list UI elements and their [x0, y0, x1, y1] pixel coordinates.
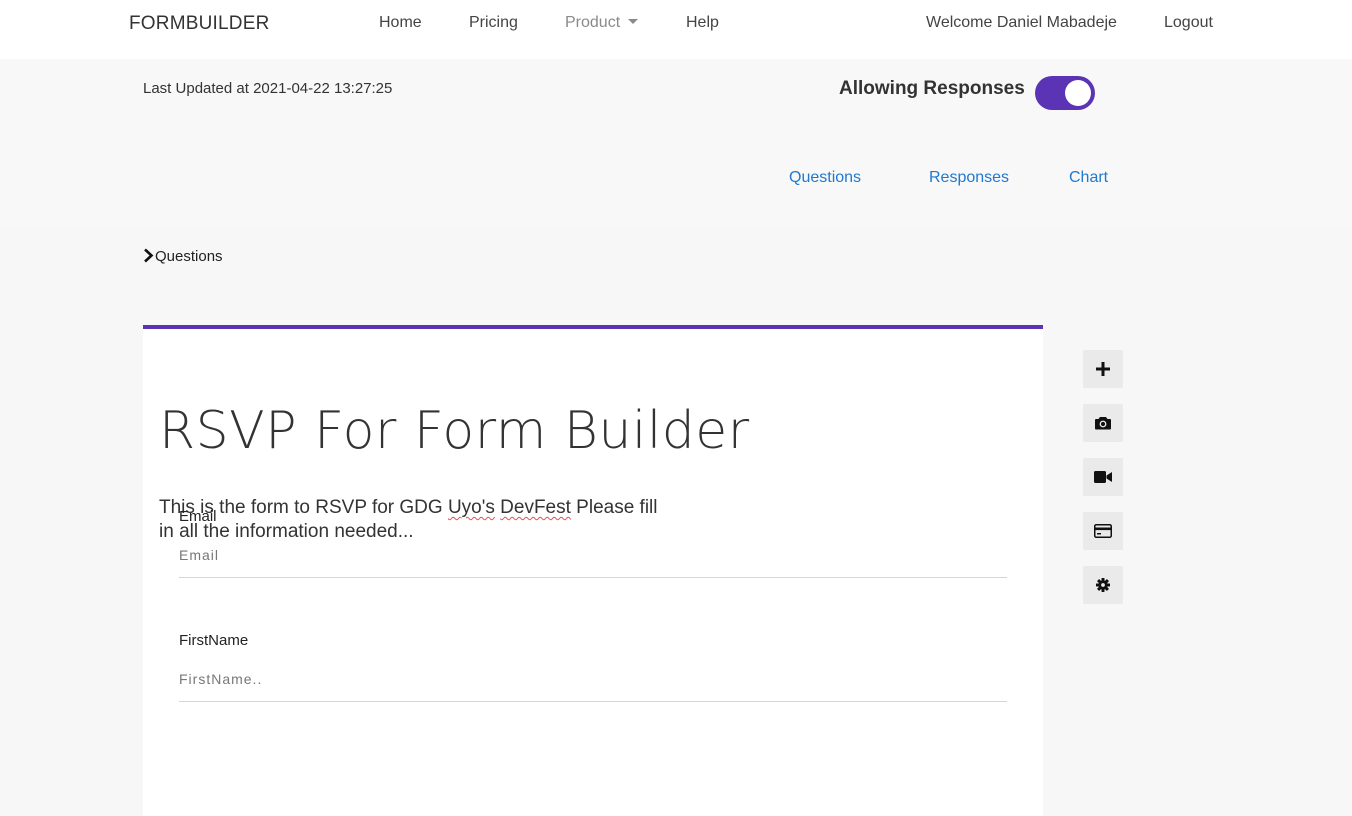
firstname-field-label: FirstName: [179, 632, 249, 649]
brand-logo[interactable]: FORMBUILDER: [129, 13, 270, 35]
nav-help-link[interactable]: Help: [686, 14, 719, 32]
nav-product-dropdown[interactable]: Product: [565, 14, 639, 32]
firstname-field[interactable]: [179, 671, 1007, 702]
caret-down-icon: [628, 19, 639, 24]
form-title[interactable]: RSVP For Form Builder: [159, 401, 750, 461]
tab-chart[interactable]: Chart: [1069, 169, 1108, 187]
logout-link[interactable]: Logout: [1164, 14, 1213, 32]
last-updated-text: Last Updated at 2021-04-22 13:27:25: [143, 80, 393, 97]
welcome-user-link[interactable]: Welcome Daniel Mabadeje: [926, 14, 1117, 32]
credit-card-icon: [1094, 524, 1112, 538]
add-question-button[interactable]: [1083, 350, 1123, 388]
tab-responses[interactable]: Responses: [929, 169, 1009, 187]
tab-questions[interactable]: Questions: [789, 169, 861, 187]
allowing-responses-label: Allowing Responses: [839, 78, 1025, 99]
breadcrumb: Questions: [143, 248, 223, 265]
camera-icon: [1095, 417, 1111, 430]
email-field-group: Email: [179, 508, 1007, 578]
add-video-button[interactable]: [1083, 458, 1123, 496]
gear-icon: [1096, 578, 1110, 592]
allowing-responses-toggle[interactable]: [1035, 76, 1095, 110]
main-content: Questions RSVP For Form Builder This is …: [0, 227, 1352, 816]
firstname-field-group: FirstName: [179, 632, 1007, 702]
plus-icon: [1096, 362, 1110, 376]
form-card: RSVP For Form Builder This is the form t…: [143, 325, 1043, 816]
video-icon: [1094, 471, 1112, 483]
email-field-label: Email: [179, 508, 217, 525]
nav-home-link[interactable]: Home: [379, 14, 422, 32]
form-header: Last Updated at 2021-04-22 13:27:25 Allo…: [0, 59, 1352, 227]
add-image-button[interactable]: [1083, 404, 1123, 442]
breadcrumb-label: Questions: [155, 248, 223, 265]
nav-product-label: Product: [565, 14, 621, 31]
settings-button[interactable]: [1083, 566, 1123, 604]
nav-pricing-link[interactable]: Pricing: [469, 14, 518, 32]
email-field[interactable]: [179, 547, 1007, 578]
chevron-right-icon: [144, 248, 154, 263]
top-navbar: FORMBUILDER Home Pricing Product Help We…: [0, 0, 1352, 59]
toggle-knob: [1065, 80, 1091, 106]
add-payment-button[interactable]: [1083, 512, 1123, 550]
